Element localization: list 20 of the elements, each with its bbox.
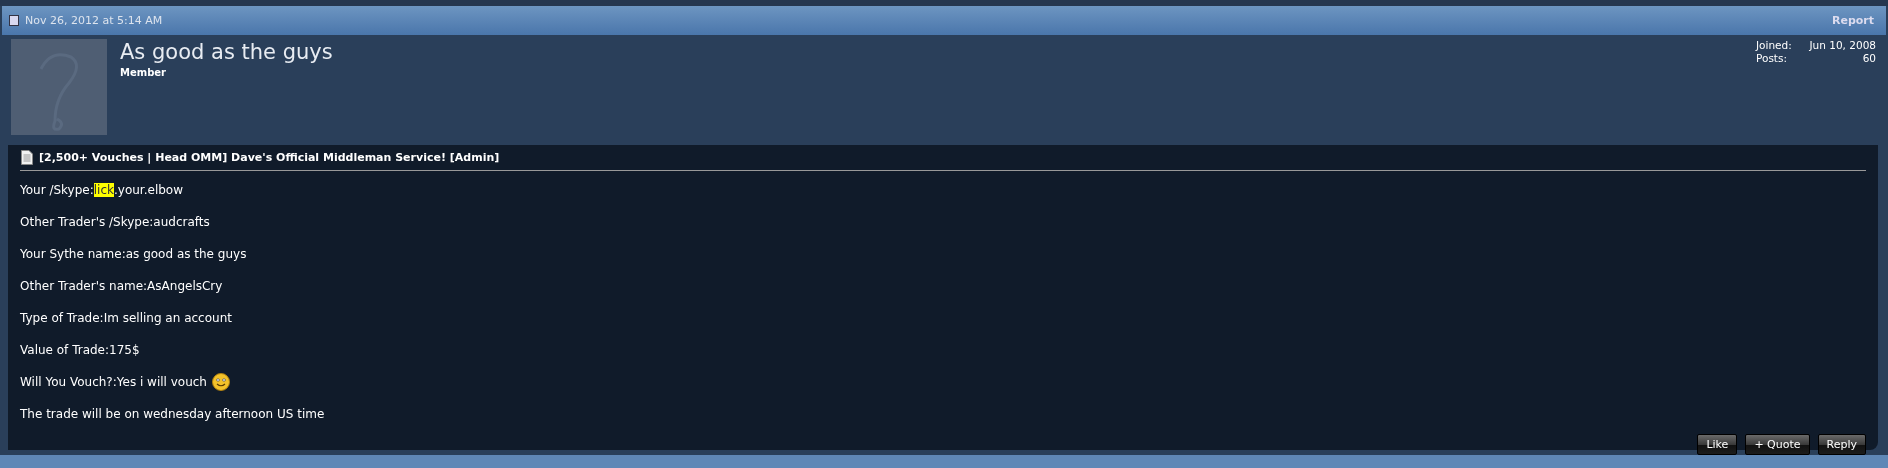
document-icon [21, 150, 33, 165]
post-text-line: The trade will be on wednesday afternoon US time [20, 407, 325, 421]
post-action-button[interactable]: Reply [1817, 434, 1866, 455]
post-text-line: Value of Trade:175$ [20, 343, 140, 357]
stat-label: Joined: [1756, 39, 1792, 52]
username[interactable]: As good as the guys [120, 39, 1743, 65]
post-text-line: Other Trader's name:AsAngelsCry [20, 279, 223, 293]
post-action-button[interactable]: Like [1697, 434, 1738, 455]
stat-label: Posts: [1756, 52, 1787, 65]
post-text-line: Will You Vouch?:Yes i will vouch [20, 375, 207, 389]
stat-value: 60 [1862, 52, 1876, 65]
stat-value: Jun 10, 2008 [1809, 39, 1876, 52]
post-date: Nov 26, 2012 at 5:14 AM [25, 14, 163, 27]
user-rank: Member [120, 67, 168, 78]
thread-title: [2,500+ Vouches | Head OMM] Dave's Official Middleman Service! [Admin] [39, 151, 500, 164]
post-text-line: Type of Trade:Im selling an account [20, 311, 232, 325]
post-text-line: Other Trader's /Skype:audcrafts [20, 215, 210, 229]
post-icon [9, 15, 19, 26]
post-text-line: Your Sythe name:as good as the guys [20, 247, 247, 261]
post-action-button[interactable]: + Quote [1745, 434, 1810, 455]
